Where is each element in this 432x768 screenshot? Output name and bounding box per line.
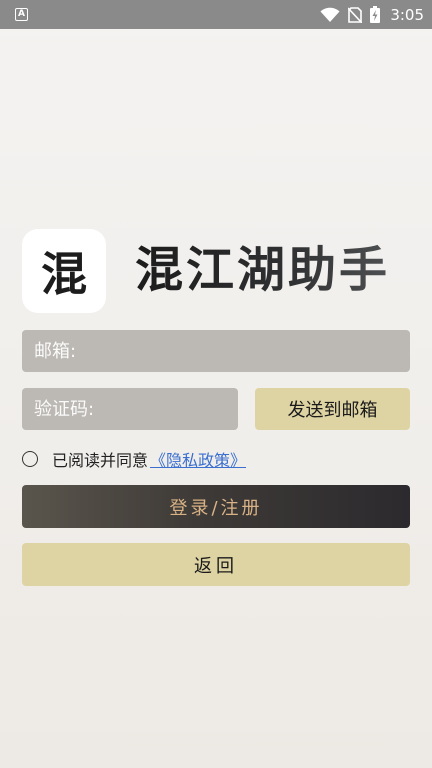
email-input[interactable] xyxy=(32,339,410,363)
agree-text: 已阅读并同意 xyxy=(52,451,149,470)
status-bar: A 3:05 xyxy=(0,0,432,29)
privacy-policy-link[interactable]: 《隐私政策》 xyxy=(150,447,246,471)
clock: 3:05 xyxy=(390,5,424,24)
back-button[interactable]: 返回 xyxy=(22,543,410,586)
agree-checkbox[interactable] xyxy=(22,451,38,467)
email-field[interactable] xyxy=(22,330,410,372)
verification-code-input[interactable] xyxy=(32,397,238,421)
battery-charging-icon xyxy=(370,6,381,23)
app-logo: 混 xyxy=(22,229,106,313)
no-sim-icon xyxy=(348,6,363,23)
status-icons: 3:05 xyxy=(320,0,424,29)
verification-code-field[interactable] xyxy=(22,388,238,430)
app-notification-icon: A xyxy=(15,8,28,21)
send-to-email-button[interactable]: 发送到邮箱 xyxy=(255,388,410,430)
wifi-icon xyxy=(320,7,340,22)
login-register-button[interactable]: 登录/注册 xyxy=(22,485,410,528)
privacy-agreement-row: 已阅读并同意 《隐私政策》 xyxy=(22,447,246,471)
app-title: 混江湖助手 xyxy=(135,238,415,302)
